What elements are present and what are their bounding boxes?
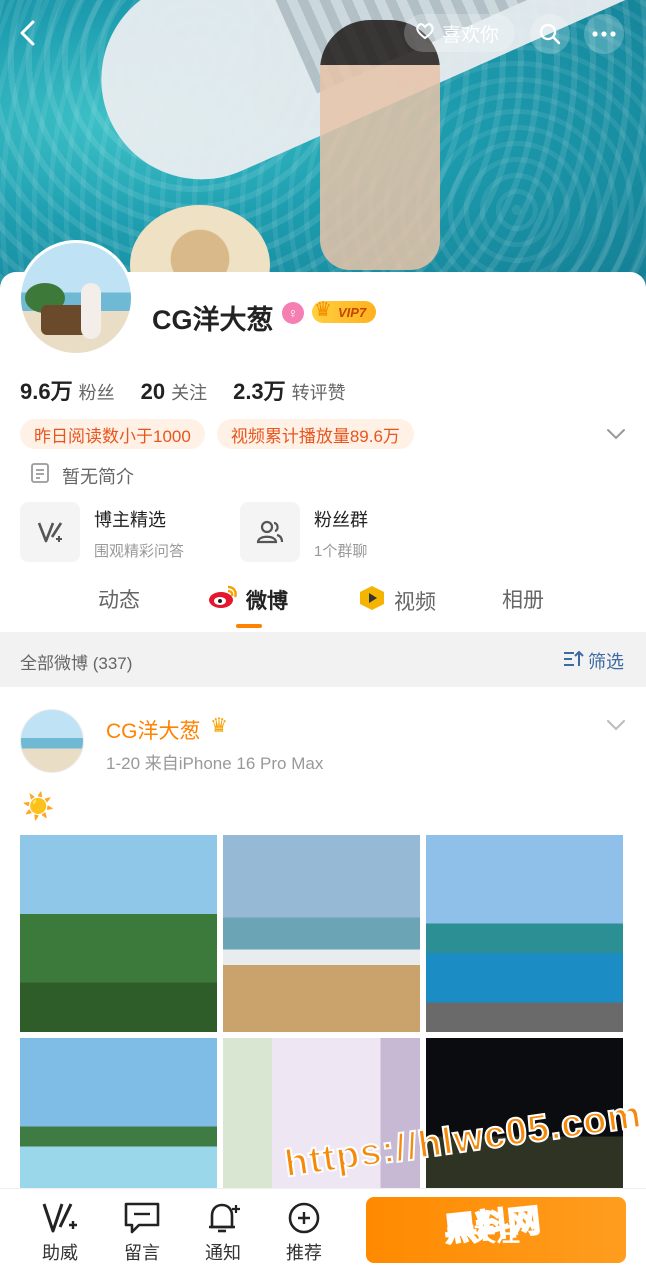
stat-num: 9.6万: [20, 379, 73, 404]
stat-interactions[interactable]: 2.3万 转评赞: [233, 374, 346, 406]
nav-boost[interactable]: 助威: [30, 1199, 90, 1265]
pen-icon: [20, 502, 80, 562]
nav-label: 推荐: [286, 1243, 322, 1263]
profile-stats: 9.6万 粉丝 20 关注 2.3万 转评赞: [20, 374, 346, 406]
avatar-figure: [81, 283, 101, 339]
filter-bar: 全部微博 (337) 筛选: [0, 632, 646, 687]
cover-person: [320, 20, 440, 270]
post-author[interactable]: CG洋大葱: [106, 715, 201, 745]
bell-icon: [203, 1199, 243, 1237]
feature-subtitle: 围观精彩问答: [94, 543, 185, 560]
tab-activity[interactable]: 动态: [98, 584, 140, 614]
like-you-button[interactable]: 喜欢你: [404, 14, 516, 52]
avatar[interactable]: [18, 240, 134, 356]
document-icon: [30, 462, 50, 489]
bio-row[interactable]: 暂无简介: [30, 462, 134, 489]
crown-icon: ♛: [314, 299, 332, 321]
stat-followers[interactable]: 9.6万 粉丝: [20, 374, 115, 406]
stat-following[interactable]: 20 关注: [141, 379, 207, 405]
search-icon: [539, 23, 561, 45]
nav-label: 助威: [42, 1243, 78, 1263]
post-meta: 1-20 来自iPhone 16 Pro Max: [106, 754, 324, 773]
chevron-down-icon[interactable]: [604, 715, 628, 735]
tag-reads[interactable]: 昨日阅读数小于1000: [20, 419, 205, 449]
filter-label: 筛选: [588, 652, 624, 672]
photo-pool-umbrellas[interactable]: [426, 835, 623, 1032]
like-you-label: 喜欢你: [442, 24, 500, 46]
female-icon: ♀: [282, 302, 304, 324]
chevron-down-icon[interactable]: [604, 424, 628, 444]
photo-beach[interactable]: [223, 835, 420, 1032]
more-icon: [592, 31, 616, 37]
vip-label: VIP7: [338, 304, 367, 320]
bottom-bar: 助威 留言 通知 推荐 关注: [0, 1188, 646, 1279]
feature-title: 博主精选: [94, 510, 166, 530]
crown-icon: ♛: [210, 715, 228, 737]
stat-label: 粉丝: [78, 383, 115, 403]
recommend-icon: [284, 1199, 324, 1237]
tab-weibo[interactable]: 微博: [208, 584, 288, 616]
tab-album[interactable]: 相册: [502, 584, 544, 614]
search-button[interactable]: [530, 14, 570, 54]
vip-badge[interactable]: ♛ VIP7: [312, 299, 377, 323]
more-button[interactable]: [584, 14, 624, 54]
top-bar: 喜欢你: [0, 14, 646, 54]
feature-fan-group[interactable]: 粉丝群 1个群聊: [240, 502, 368, 562]
stat-num: 2.3万: [233, 379, 286, 404]
bio-text: 暂无简介: [62, 466, 134, 487]
stat-label: 转评赞: [291, 383, 346, 403]
message-icon: [122, 1199, 162, 1237]
profile-tabs: 动态 微博 视频 相册: [0, 584, 646, 632]
weibo-icon: [208, 584, 238, 616]
tab-label: 视频: [394, 591, 436, 614]
photo-palm-trees[interactable]: [20, 835, 217, 1032]
post-content: ☀️: [22, 791, 55, 821]
video-icon: [358, 584, 386, 618]
heart-hand-icon: [414, 19, 436, 47]
nav-label: 通知: [205, 1243, 241, 1263]
filter-icon: [562, 649, 584, 674]
stat-label: 关注: [171, 383, 208, 403]
feature-title: 粉丝群: [314, 510, 368, 530]
weibo-count: 全部微博 (337): [20, 654, 133, 673]
active-tab-indicator: [236, 624, 262, 628]
profile-tags: 昨日阅读数小于1000 视频累计播放量89.6万: [20, 419, 414, 449]
feature-blogger-picks[interactable]: 博主精选 围观精彩问答: [20, 502, 184, 562]
nav-recommend[interactable]: 推荐: [274, 1199, 334, 1265]
tab-video[interactable]: 视频: [358, 584, 436, 618]
post-avatar[interactable]: [20, 709, 84, 773]
nav-notify[interactable]: 通知: [193, 1199, 253, 1265]
tab-label: 微博: [246, 590, 288, 613]
tag-video-plays[interactable]: 视频累计播放量89.6万: [216, 419, 414, 449]
nav-message[interactable]: 留言: [112, 1199, 172, 1265]
group-icon: [240, 502, 300, 562]
back-icon[interactable]: [14, 18, 44, 48]
profile-name: CG洋大葱: [152, 305, 274, 335]
filter-button[interactable]: 筛选: [562, 648, 624, 674]
boost-icon: [40, 1199, 80, 1237]
stat-num: 20: [140, 379, 166, 404]
feature-subtitle: 1个群聊: [314, 543, 368, 560]
nav-label: 留言: [124, 1243, 160, 1263]
